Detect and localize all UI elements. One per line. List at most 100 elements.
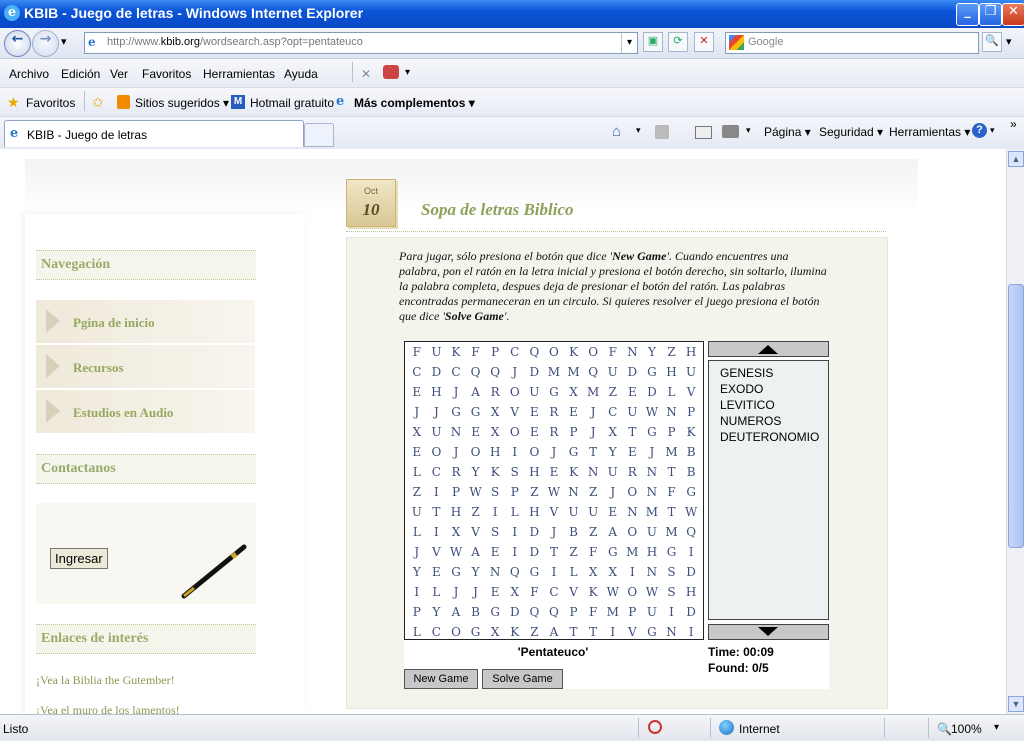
recent-pages-dropdown[interactable]: ▾ [61, 35, 67, 48]
grid-cell[interactable]: H [681, 342, 701, 362]
grid-cell[interactable]: O [446, 622, 466, 642]
favorites-button[interactable]: Favoritos [26, 96, 75, 110]
tools-menu[interactable]: Herramientas ▾ [889, 125, 970, 139]
grid-cell[interactable]: G [642, 362, 662, 382]
grid-cell[interactable]: C [544, 582, 564, 602]
grid-cell[interactable]: U [427, 342, 447, 362]
addon-icon[interactable] [383, 65, 399, 79]
grid-cell[interactable]: W [446, 542, 466, 562]
search-box[interactable]: Google [725, 32, 979, 54]
grid-cell[interactable]: O [623, 482, 643, 502]
grid-cell[interactable]: G [485, 602, 505, 622]
grid-cell[interactable]: J [466, 582, 486, 602]
grid-cell[interactable]: Z [583, 522, 603, 542]
grid-cell[interactable]: Z [564, 542, 584, 562]
help-icon[interactable]: ? [972, 123, 987, 138]
grid-cell[interactable]: X [603, 422, 623, 442]
protected-mode-icon[interactable] [648, 720, 662, 734]
grid-cell[interactable]: W [642, 582, 662, 602]
grid-cell[interactable]: U [603, 362, 623, 382]
grid-cell[interactable]: N [583, 462, 603, 482]
grid-cell[interactable]: I [681, 542, 701, 562]
grid-cell[interactable]: N [623, 502, 643, 522]
fav-mas-complementos[interactable]: Más complementos ▾ [354, 96, 475, 110]
grid-cell[interactable]: M [583, 382, 603, 402]
ingresar-button[interactable]: Ingresar [50, 548, 108, 569]
grid-cell[interactable]: J [544, 442, 564, 462]
grid-cell[interactable]: X [583, 562, 603, 582]
grid-cell[interactable]: P [623, 602, 643, 622]
scrollbar-down-arrow[interactable]: ▼ [1008, 696, 1024, 712]
grid-cell[interactable]: D [642, 382, 662, 402]
grid-cell[interactable]: N [662, 622, 682, 642]
grid-cell[interactable]: G [446, 562, 466, 582]
grid-cell[interactable]: T [583, 442, 603, 462]
grid-cell[interactable]: U [427, 422, 447, 442]
address-field[interactable]: e http://www.kbib.org/wordsearch.asp?opt… [84, 32, 638, 54]
grid-cell[interactable]: G [564, 442, 584, 462]
print-icon[interactable] [722, 125, 739, 138]
grid-cell[interactable]: M [642, 502, 662, 522]
grid-cell[interactable]: P [505, 482, 525, 502]
grid-cell[interactable]: S [662, 582, 682, 602]
grid-cell[interactable]: D [681, 602, 701, 622]
grid-cell[interactable]: P [564, 602, 584, 622]
print-dropdown[interactable]: ▾ [746, 125, 751, 136]
grid-cell[interactable]: P [407, 602, 427, 622]
grid-cell[interactable]: W [544, 482, 564, 502]
grid-cell[interactable]: U [583, 502, 603, 522]
grid-cell[interactable]: I [505, 542, 525, 562]
grid-cell[interactable]: F [583, 542, 603, 562]
grid-cell[interactable]: N [642, 462, 662, 482]
close-toolbar-icon[interactable]: ✕ [361, 67, 371, 81]
grid-cell[interactable]: K [564, 462, 584, 482]
grid-cell[interactable]: B [466, 602, 486, 622]
grid-cell[interactable]: J [583, 422, 603, 442]
home-icon[interactable]: ⌂ [612, 123, 621, 140]
grid-cell[interactable]: D [505, 602, 525, 622]
grid-cell[interactable]: Q [544, 602, 564, 622]
grid-cell[interactable]: E [525, 402, 545, 422]
grid-cell[interactable]: U [407, 502, 427, 522]
grid-cell[interactable]: O [505, 382, 525, 402]
grid-cell[interactable]: K [583, 582, 603, 602]
grid-cell[interactable]: J [407, 542, 427, 562]
grid-cell[interactable]: E [427, 562, 447, 582]
grid-cell[interactable]: A [446, 602, 466, 622]
grid-cell[interactable]: L [407, 522, 427, 542]
mail-icon[interactable] [695, 126, 712, 139]
grid-cell[interactable]: N [446, 422, 466, 442]
grid-cell[interactable]: K [505, 622, 525, 642]
grid-cell[interactable]: C [427, 622, 447, 642]
menu-herramientas[interactable]: Herramientas [203, 67, 275, 81]
grid-cell[interactable]: Y [603, 442, 623, 462]
page-menu[interactable]: Página ▾ [764, 125, 811, 139]
grid-cell[interactable]: E [407, 442, 427, 462]
address-dropdown[interactable]: ▾ [621, 33, 637, 53]
grid-cell[interactable]: X [505, 582, 525, 602]
grid-cell[interactable]: G [662, 542, 682, 562]
grid-cell[interactable]: L [407, 462, 427, 482]
grid-cell[interactable]: O [466, 442, 486, 462]
grid-cell[interactable]: G [681, 482, 701, 502]
link-gutember[interactable]: ¡Vea la Biblia the Gutember! [36, 673, 175, 688]
grid-cell[interactable]: W [603, 582, 623, 602]
grid-cell[interactable]: N [485, 562, 505, 582]
grid-cell[interactable]: I [544, 562, 564, 582]
grid-cell[interactable]: R [544, 422, 564, 442]
grid-cell[interactable]: H [427, 382, 447, 402]
grid-cell[interactable]: Z [583, 482, 603, 502]
grid-cell[interactable]: Y [642, 342, 662, 362]
grid-cell[interactable]: U [564, 502, 584, 522]
search-options-dropdown[interactable]: ▾ [1006, 35, 1012, 48]
grid-cell[interactable]: F [583, 602, 603, 622]
grid-cell[interactable]: M [623, 542, 643, 562]
close-window-button[interactable]: ✕ [1002, 3, 1024, 26]
grid-cell[interactable]: U [603, 462, 623, 482]
grid-cell[interactable]: J [446, 382, 466, 402]
zoom-dropdown[interactable]: ▾ [994, 722, 999, 733]
refresh-icon[interactable]: ⟳ [668, 32, 688, 52]
grid-cell[interactable]: D [427, 362, 447, 382]
grid-cell[interactable]: T [583, 622, 603, 642]
grid-cell[interactable]: L [407, 622, 427, 642]
